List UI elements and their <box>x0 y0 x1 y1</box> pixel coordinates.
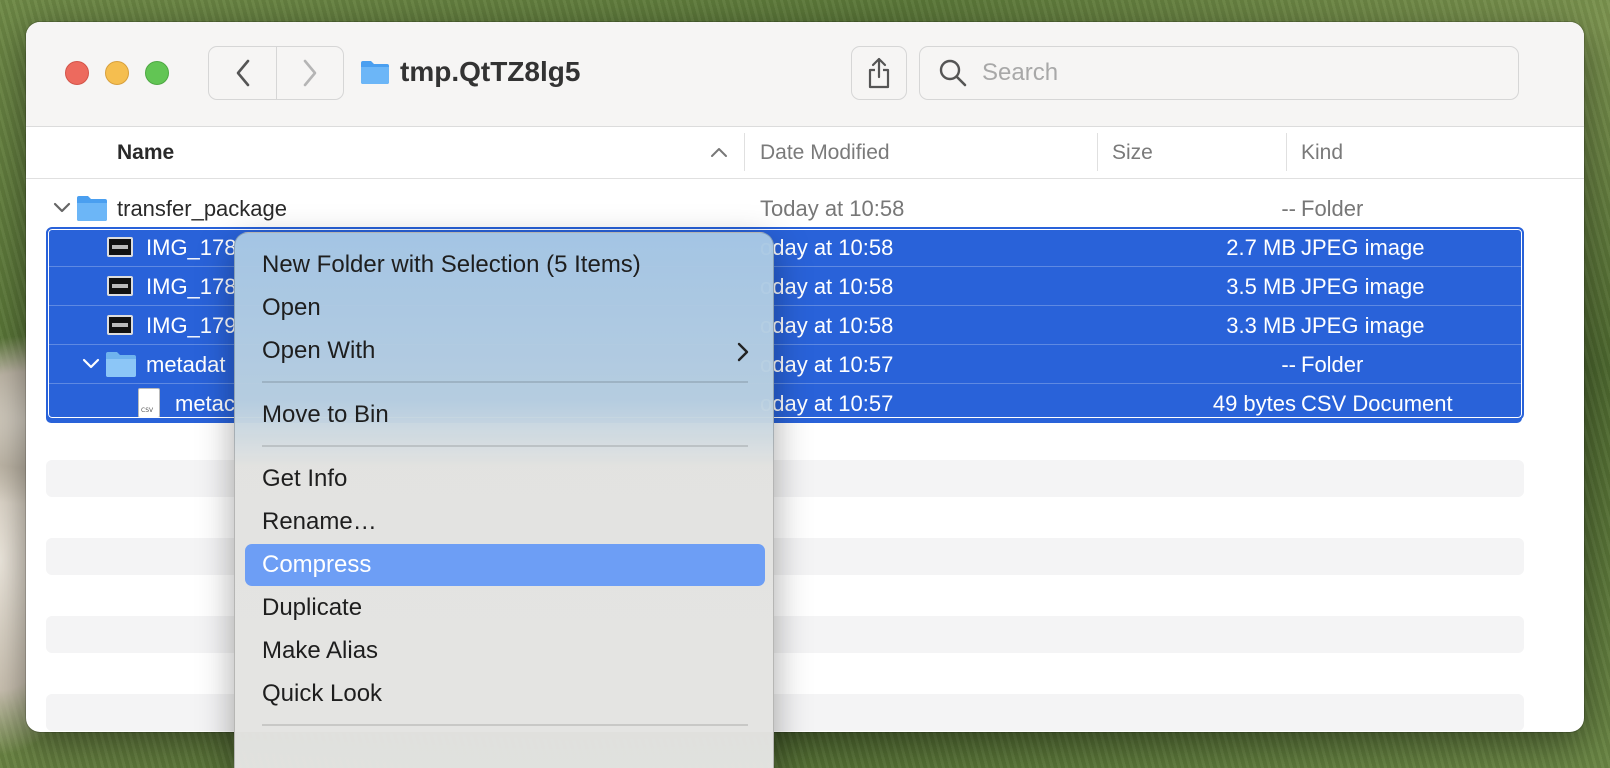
minimize-window-button[interactable] <box>105 61 129 85</box>
file-size: 49 bytes <box>1212 391 1296 416</box>
file-date: Today at 10:58 <box>760 196 905 221</box>
menu-item-duplicate[interactable]: Duplicate <box>245 587 765 629</box>
menu-item-compress[interactable]: Compress <box>245 544 765 586</box>
window-title: tmp.QtTZ8lg5 <box>360 54 580 90</box>
menu-item-quick-look[interactable]: Quick Look <box>245 673 765 715</box>
column-divider[interactable] <box>744 133 745 171</box>
window-title-text: tmp.QtTZ8lg5 <box>400 56 581 87</box>
column-header-kind[interactable]: Kind <box>1301 127 1343 179</box>
column-divider[interactable] <box>1097 133 1098 171</box>
menu-separator <box>262 381 748 383</box>
chevron-down-icon[interactable] <box>53 201 71 215</box>
folder-icon <box>106 352 136 377</box>
share-button[interactable] <box>851 46 907 100</box>
search-field[interactable] <box>919 46 1519 100</box>
chevron-right-icon <box>737 342 749 362</box>
csv-document-icon: CSV <box>138 388 160 418</box>
navigation-buttons <box>208 46 344 100</box>
file-name: IMG_178 <box>146 274 237 299</box>
sort-ascending-icon <box>711 148 727 157</box>
zoom-window-button[interactable] <box>145 61 169 85</box>
column-header-row: Name Date Modified Size Kind <box>26 127 1584 179</box>
file-kind: JPEG image <box>1301 274 1425 299</box>
menu-separator <box>262 445 748 447</box>
column-header-date-modified[interactable]: Date Modified <box>760 127 890 179</box>
document-icon-label: CSV <box>141 407 154 414</box>
menu-item-rename[interactable]: Rename… <box>245 501 765 543</box>
menu-item-make-alias[interactable]: Make Alias <box>245 630 765 672</box>
search-icon <box>939 59 967 87</box>
file-date: oday at 10:57 <box>760 352 894 377</box>
column-header-size[interactable]: Size <box>1112 127 1153 179</box>
file-size: 3.5 MB <box>1226 274 1296 299</box>
menu-item-get-info[interactable]: Get Info <box>245 458 765 500</box>
column-header-name[interactable]: Name <box>117 127 174 179</box>
file-size: 2.7 MB <box>1226 235 1296 260</box>
list-item[interactable]: transfer_package Today at 10:58 -- Folde… <box>46 189 1522 228</box>
close-window-button[interactable] <box>65 61 89 85</box>
menu-item-move-to-bin[interactable]: Move to Bin <box>245 394 765 436</box>
menu-separator <box>262 724 748 726</box>
back-button[interactable] <box>209 47 276 99</box>
image-thumbnail-icon <box>107 276 133 296</box>
image-thumbnail-icon <box>107 315 133 335</box>
file-kind: Folder <box>1301 196 1364 221</box>
file-name: metac <box>175 391 235 416</box>
file-size: -- <box>1281 352 1296 377</box>
image-thumbnail-icon <box>107 237 133 257</box>
menu-item-open-with[interactable]: Open With <box>245 330 765 372</box>
file-size: 3.3 MB <box>1226 313 1296 338</box>
file-date: oday at 10:58 <box>760 235 894 260</box>
toolbar: tmp.QtTZ8lg5 <box>26 22 1584 127</box>
file-name: metadat <box>146 352 226 377</box>
search-input[interactable] <box>982 59 1482 87</box>
file-date: oday at 10:58 <box>760 313 894 338</box>
file-kind: CSV Document <box>1301 391 1453 416</box>
column-divider[interactable] <box>1286 133 1287 171</box>
file-name: IMG_178 <box>146 235 237 260</box>
file-name: transfer_package <box>117 196 287 221</box>
file-kind: JPEG image <box>1301 235 1425 260</box>
file-name: IMG_179 <box>146 313 237 338</box>
menu-item-new-folder-with-selection[interactable]: New Folder with Selection (5 Items) <box>245 244 765 286</box>
file-kind: Folder <box>1301 352 1364 377</box>
menu-item-label: Open With <box>262 337 376 364</box>
share-icon <box>868 57 890 89</box>
chevron-down-icon[interactable] <box>82 357 100 371</box>
chevron-right-icon <box>303 59 317 87</box>
file-kind: JPEG image <box>1301 313 1425 338</box>
file-size: -- <box>1281 196 1296 221</box>
forward-button[interactable] <box>276 47 343 99</box>
menu-item-open[interactable]: Open <box>245 287 765 329</box>
file-date: oday at 10:57 <box>760 391 894 416</box>
context-menu: New Folder with Selection (5 Items) Open… <box>234 232 774 768</box>
folder-icon <box>77 196 107 221</box>
file-date: oday at 10:58 <box>760 274 894 299</box>
chevron-left-icon <box>236 59 249 87</box>
folder-icon <box>361 61 389 84</box>
